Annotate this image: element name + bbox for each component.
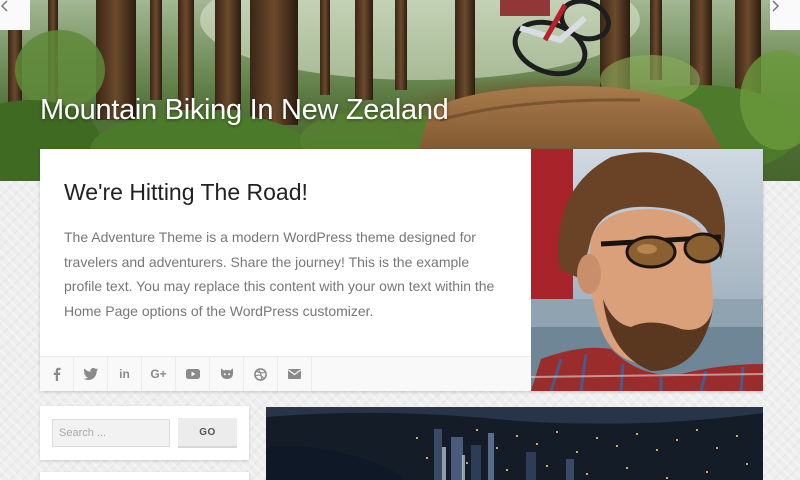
email-icon bbox=[288, 369, 301, 379]
profile-text-panel: We're Hitting The Road! The Adventure Th… bbox=[40, 149, 531, 356]
email-link[interactable] bbox=[278, 357, 312, 391]
dribbble-link[interactable] bbox=[244, 357, 278, 391]
twitter-link[interactable] bbox=[74, 357, 108, 391]
youtube-link[interactable] bbox=[176, 357, 210, 391]
profile-heading: We're Hitting The Road! bbox=[64, 179, 308, 205]
social-links-bar: in G+ bbox=[40, 356, 531, 391]
github-link[interactable] bbox=[210, 357, 244, 391]
city-post-image[interactable] bbox=[266, 407, 763, 480]
profile-photo bbox=[531, 149, 763, 391]
chevron-right-icon bbox=[772, 0, 780, 12]
profile-body-text: The Adventure Theme is a modern WordPres… bbox=[64, 229, 495, 319]
slider-next-button[interactable] bbox=[770, 0, 800, 30]
profile-card: We're Hitting The Road! The Adventure Th… bbox=[40, 149, 763, 391]
google-plus-icon: G+ bbox=[150, 367, 167, 381]
google-plus-link[interactable]: G+ bbox=[142, 357, 176, 391]
youtube-icon bbox=[185, 369, 200, 379]
dribbble-icon bbox=[254, 367, 267, 381]
city-night-skyline-image bbox=[266, 407, 763, 480]
linkedin-link[interactable]: in bbox=[108, 357, 142, 391]
facebook-icon bbox=[53, 367, 60, 381]
bearded-man-portrait-image bbox=[531, 149, 763, 391]
slider-prev-button[interactable] bbox=[0, 0, 30, 30]
hero-title: Mountain Biking In New Zealand bbox=[40, 94, 449, 126]
linkedin-icon: in bbox=[119, 367, 130, 381]
search-go-button[interactable]: GO bbox=[178, 418, 237, 448]
twitter-icon bbox=[83, 368, 98, 380]
github-icon bbox=[220, 368, 233, 379]
search-input[interactable] bbox=[52, 419, 170, 447]
sidebar-widget bbox=[40, 472, 249, 480]
search-widget: GO bbox=[40, 406, 249, 460]
facebook-link[interactable] bbox=[40, 357, 74, 391]
chevron-left-icon bbox=[0, 0, 8, 12]
